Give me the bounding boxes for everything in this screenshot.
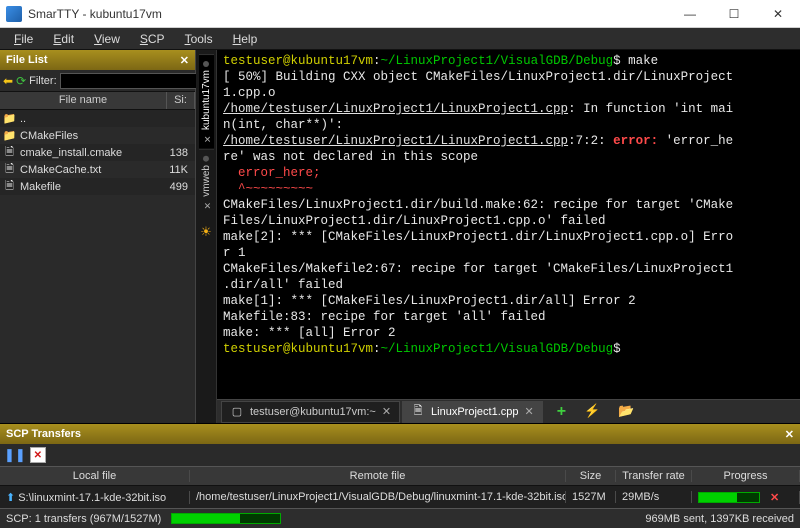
window-title: SmarTTY - kubuntu17vm bbox=[28, 7, 668, 21]
tab-close-icon[interactable]: ✕ bbox=[201, 200, 211, 210]
menu-scp[interactable]: SCP bbox=[130, 30, 175, 48]
file-icon: 🗎 bbox=[3, 180, 16, 193]
cancel-icon[interactable] bbox=[30, 447, 46, 463]
editor-tabs: ▢ testuser@kubuntu17vm:~ ✕ 🗎 LinuxProject1.c… bbox=[217, 399, 800, 423]
maximize-button[interactable]: ☐ bbox=[712, 0, 756, 28]
tab-close-icon[interactable]: ✕ bbox=[201, 133, 211, 143]
pause-icon[interactable]: ❚❚ bbox=[4, 447, 26, 463]
scp-header: SCP Transfers ✕ bbox=[0, 424, 800, 444]
col-remote[interactable]: Remote file bbox=[190, 470, 566, 482]
folder-icon: 📁 bbox=[3, 129, 16, 142]
filter-label: Filter: bbox=[29, 75, 57, 87]
menu-tools[interactable]: Tools bbox=[175, 30, 223, 48]
file-list-toolbar: ⬅ ⟳ Filter: ▶ bbox=[0, 70, 195, 92]
scp-table-header: Local file Remote file Size Transfer rat… bbox=[0, 466, 800, 486]
upload-icon: ⬆ bbox=[6, 492, 15, 504]
window-titlebar: SmarTTY - kubuntu17vm — ☐ ✕ bbox=[0, 0, 800, 28]
col-rate[interactable]: Transfer rate bbox=[616, 470, 692, 482]
tab-label: kubuntu17vm bbox=[201, 70, 212, 130]
file-list-panel: File List ✕ ⬅ ⟳ Filter: ▶ File name Si: … bbox=[0, 50, 196, 423]
status-bytes: 969MB sent, 1397KB received bbox=[645, 513, 794, 525]
scp-rate: 29MB/s bbox=[616, 491, 692, 503]
file-row[interactable]: 🗎 CMakeCache.txt 11K bbox=[0, 161, 195, 178]
term-icon: ▢ bbox=[230, 405, 244, 419]
session-tab[interactable]: ✕ vmweb bbox=[199, 149, 214, 216]
file-row[interactable]: 🗎 cmake_install.cmake 138 bbox=[0, 144, 195, 161]
folder-up-icon: 📁 bbox=[3, 112, 16, 125]
tab-label: testuser@kubuntu17vm:~ bbox=[250, 406, 376, 418]
scp-close-icon[interactable]: ✕ bbox=[785, 428, 794, 441]
scp-size: 1527M bbox=[566, 491, 616, 503]
scp-toolbar: ❚❚ bbox=[0, 444, 800, 466]
main-area: File List ✕ ⬅ ⟳ Filter: ▶ File name Si: … bbox=[0, 50, 800, 423]
vertical-session-tabs: ✕ kubuntu17vm ✕ vmweb ☀ bbox=[196, 50, 217, 423]
refresh-icon[interactable]: ⟳ bbox=[16, 73, 26, 89]
col-name[interactable]: File name bbox=[0, 92, 167, 109]
terminal-wrap: testuser@kubuntu17vm:~/LinuxProject1/Vis… bbox=[217, 50, 800, 423]
file-size: 138 bbox=[164, 147, 192, 159]
quick-action-icon[interactable]: ⚡ bbox=[578, 403, 606, 421]
file-list-title: File List bbox=[6, 54, 48, 66]
file-name: .. bbox=[20, 113, 26, 125]
editor-tab[interactable]: ▢ testuser@kubuntu17vm:~ ✕ bbox=[221, 401, 400, 423]
close-button[interactable]: ✕ bbox=[756, 0, 800, 28]
file-size: 499 bbox=[164, 181, 192, 193]
file-row[interactable]: 📁.. bbox=[0, 110, 195, 127]
file-table: File name Si: 📁..📁CMakeFiles🗎cmake_insta… bbox=[0, 92, 195, 423]
scp-row[interactable]: ⬆S:\linuxmint-17.1-kde-32bit.iso/home/te… bbox=[0, 486, 800, 508]
file-icon: 🗎 bbox=[3, 163, 16, 176]
col-local[interactable]: Local file bbox=[0, 470, 190, 482]
file-list-header: File List ✕ bbox=[0, 50, 195, 70]
tab-status-icon bbox=[203, 156, 209, 162]
app-icon bbox=[6, 6, 22, 22]
menu-file[interactable]: File bbox=[4, 30, 43, 48]
status-transfers: SCP: 1 transfers (967M/1527M) bbox=[6, 513, 161, 525]
file-row[interactable]: 🗎 Makefile 499 bbox=[0, 178, 195, 195]
menu-edit[interactable]: Edit bbox=[43, 30, 84, 48]
file-size: 11K bbox=[164, 164, 192, 176]
new-tab-button[interactable]: + bbox=[551, 403, 572, 421]
file-name: CMakeCache.txt bbox=[20, 164, 101, 176]
minimize-button[interactable]: — bbox=[668, 0, 712, 28]
filter-input[interactable] bbox=[60, 73, 210, 89]
tab-label: vmweb bbox=[201, 165, 212, 197]
scp-title: SCP Transfers bbox=[6, 428, 81, 440]
file-row[interactable]: 📁 CMakeFiles bbox=[0, 127, 195, 144]
file-name: cmake_install.cmake bbox=[20, 147, 122, 159]
scp-progress-bar bbox=[698, 492, 760, 503]
file-name: Makefile bbox=[20, 181, 61, 193]
tab-status-icon bbox=[203, 61, 209, 67]
terminal-output[interactable]: testuser@kubuntu17vm:~/LinuxProject1/Vis… bbox=[217, 50, 800, 399]
col-size[interactable]: Size bbox=[566, 470, 616, 482]
tab-close-icon[interactable]: ✕ bbox=[525, 405, 534, 418]
menu-help[interactable]: Help bbox=[223, 30, 268, 48]
scp-local: S:\linuxmint-17.1-kde-32bit.iso bbox=[18, 492, 166, 504]
status-bar: SCP: 1 transfers (967M/1527M) 969MB sent… bbox=[0, 508, 800, 528]
file-table-header: File name Si: bbox=[0, 92, 195, 110]
menu-view[interactable]: View bbox=[84, 30, 130, 48]
session-tab[interactable]: ✕ kubuntu17vm bbox=[199, 54, 214, 149]
status-progress-bar bbox=[171, 513, 281, 524]
file-list-close-icon[interactable]: ✕ bbox=[180, 54, 189, 67]
col-progress[interactable]: Progress bbox=[692, 470, 800, 482]
scp-cancel-icon[interactable]: ✕ bbox=[770, 492, 779, 504]
scp-transfers-panel: SCP Transfers ✕ ❚❚ Local file Remote fil… bbox=[0, 423, 800, 508]
nav-up-icon[interactable]: ⬅ bbox=[3, 73, 13, 89]
scp-remote: /home/testuser/LinuxProject1/VisualGDB/D… bbox=[190, 491, 566, 503]
main-menu: File Edit View SCP Tools Help bbox=[0, 28, 800, 50]
tab-close-icon[interactable]: ✕ bbox=[382, 405, 391, 418]
file-icon: 🗎 bbox=[3, 146, 16, 159]
session-indicator-icon: ☀ bbox=[200, 220, 212, 244]
tab-label: LinuxProject1.cpp bbox=[431, 406, 518, 418]
col-size[interactable]: Si: bbox=[167, 92, 195, 109]
editor-tab[interactable]: 🗎 LinuxProject1.cpp ✕ bbox=[402, 401, 543, 423]
file-name: CMakeFiles bbox=[20, 130, 78, 142]
file-icon: 🗎 bbox=[411, 405, 425, 419]
open-folder-icon[interactable]: 📂 bbox=[612, 403, 640, 421]
